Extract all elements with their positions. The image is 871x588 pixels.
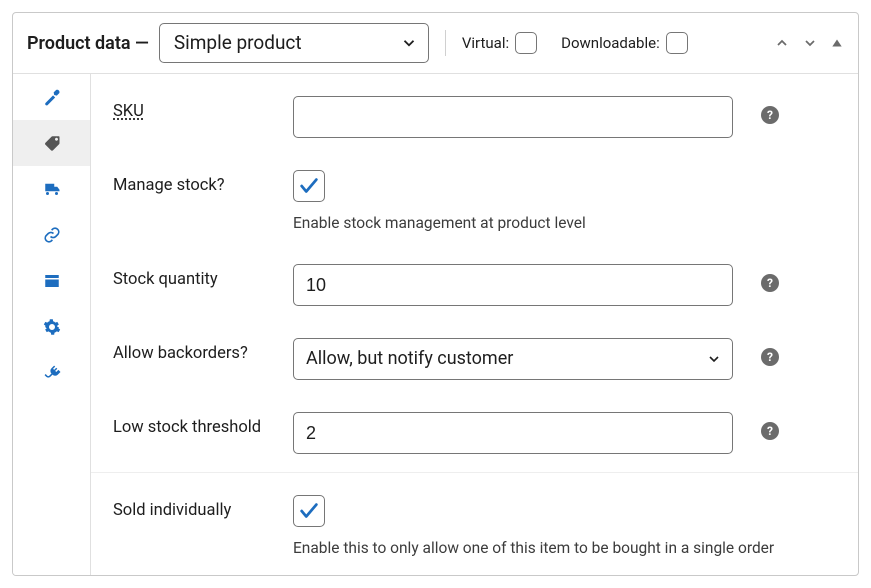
form-area: SKU ? Manage stock? — [91, 74, 858, 575]
virtual-label: Virtual: — [462, 34, 509, 52]
move-down-icon[interactable] — [802, 35, 818, 51]
stock-quantity-row: Stock quantity ? — [91, 246, 858, 320]
sku-row: SKU ? — [91, 78, 858, 152]
tab-inventory[interactable] — [13, 120, 90, 166]
product-type-value: Simple product — [174, 31, 302, 54]
plug-icon — [43, 364, 61, 382]
chevron-down-icon — [706, 351, 722, 367]
tab-shipping[interactable] — [13, 166, 90, 212]
sold-individually-row: Sold individually Enable this to only al… — [91, 477, 858, 571]
wrench-icon — [43, 88, 61, 106]
help-icon[interactable]: ? — [761, 274, 779, 292]
product-data-panel: Product data — Simple product Virtual: D… — [12, 12, 859, 576]
side-tabs — [13, 74, 91, 575]
panel-body: SKU ? Manage stock? — [13, 74, 858, 575]
stock-quantity-label: Stock quantity — [113, 264, 293, 289]
low-stock-label: Low stock threshold — [113, 412, 293, 437]
check-icon — [298, 175, 320, 197]
tag-icon — [43, 134, 61, 152]
browser-icon — [43, 272, 61, 290]
virtual-checkbox[interactable] — [515, 32, 537, 54]
sku-label: SKU — [113, 102, 144, 121]
stock-quantity-input[interactable] — [293, 264, 733, 306]
tab-general[interactable] — [13, 74, 90, 120]
tab-plugin[interactable] — [13, 350, 90, 396]
move-up-icon[interactable] — [774, 35, 790, 51]
sold-individually-checkbox[interactable] — [293, 495, 325, 527]
tab-advanced[interactable] — [13, 304, 90, 350]
panel-header: Product data — Simple product Virtual: D… — [13, 13, 858, 74]
help-icon[interactable]: ? — [761, 348, 779, 366]
downloadable-toggle-group: Downloadable: — [561, 32, 688, 54]
check-icon — [298, 500, 320, 522]
backorders-select[interactable]: Allow, but notify customer — [293, 338, 733, 380]
manage-stock-description: Enable stock management at product level — [293, 214, 836, 232]
tab-attributes[interactable] — [13, 258, 90, 304]
chevron-down-icon — [400, 34, 418, 52]
help-icon[interactable]: ? — [761, 422, 779, 440]
panel-reorder-controls — [774, 35, 844, 51]
product-type-select[interactable]: Simple product — [159, 23, 429, 63]
sold-individually-description: Enable this to only allow one of this it… — [293, 539, 836, 557]
link-icon — [43, 226, 61, 244]
virtual-toggle-group: Virtual: — [462, 32, 537, 54]
downloadable-checkbox[interactable] — [666, 32, 688, 54]
manage-stock-label: Manage stock? — [113, 170, 293, 195]
low-stock-input[interactable] — [293, 412, 733, 454]
manage-stock-checkbox[interactable] — [293, 170, 325, 202]
backorders-row: Allow backorders? Allow, but notify cust… — [91, 320, 858, 394]
panel-title: Product data — — [27, 33, 149, 54]
truck-icon — [43, 180, 61, 198]
gear-icon — [43, 318, 61, 336]
collapse-icon[interactable] — [830, 36, 844, 50]
help-icon[interactable]: ? — [761, 106, 779, 124]
divider — [445, 30, 446, 56]
sold-individually-label: Sold individually — [113, 495, 293, 520]
tab-linked-products[interactable] — [13, 212, 90, 258]
backorders-value: Allow, but notify customer — [306, 348, 513, 369]
backorders-label: Allow backorders? — [113, 338, 293, 363]
low-stock-row: Low stock threshold ? — [91, 394, 858, 468]
downloadable-label: Downloadable: — [561, 34, 660, 52]
sku-input[interactable] — [293, 96, 733, 138]
manage-stock-row: Manage stock? Enable stock management at… — [91, 152, 858, 246]
